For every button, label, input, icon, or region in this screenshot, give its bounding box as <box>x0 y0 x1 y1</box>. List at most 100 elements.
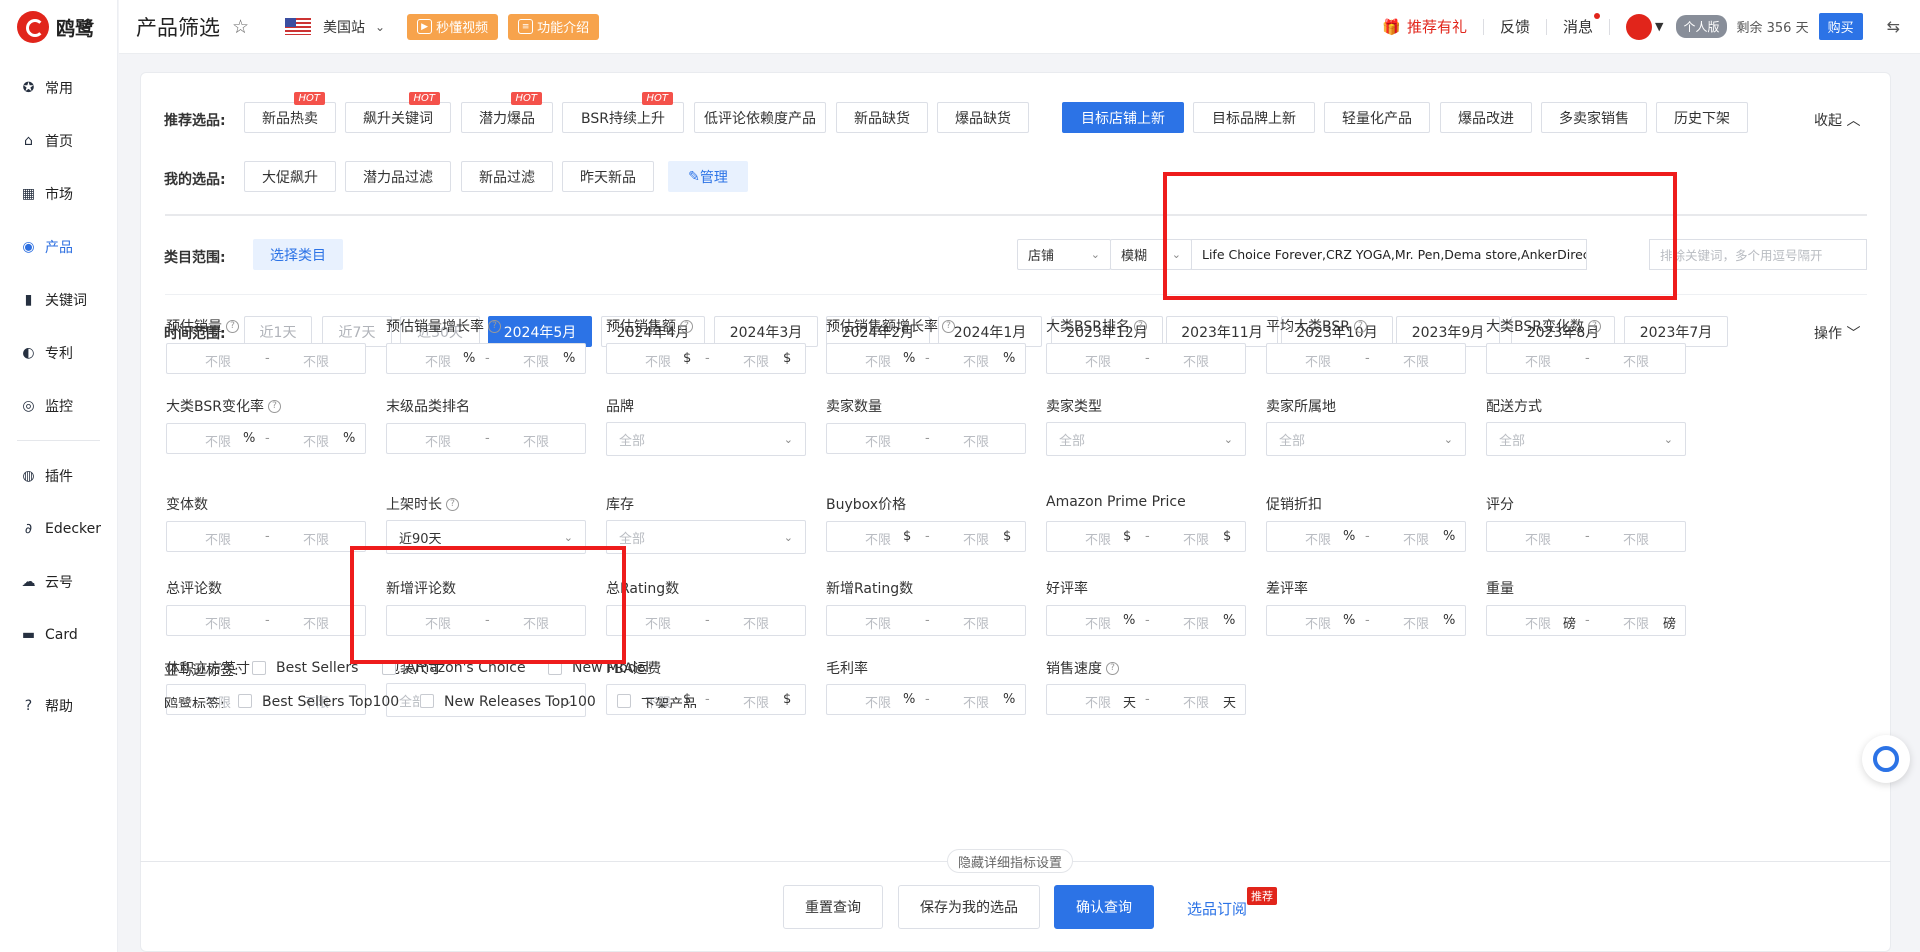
tag-history-removed[interactable]: 历史下架 <box>1656 102 1748 133</box>
tag-new-hot[interactable]: 新品热卖 HOT <box>244 92 336 133</box>
tag-bsr-rising[interactable]: BSR持续上升 HOT <box>562 92 684 133</box>
range-max-input[interactable]: 不限 <box>1183 692 1209 711</box>
range-min-input[interactable]: 不限 <box>645 351 671 370</box>
sidebar-item-plugin[interactable]: ◍ 插件 <box>0 449 117 502</box>
range-min-input[interactable]: 不限 <box>205 529 231 548</box>
range-max-input[interactable]: 不限 <box>963 351 989 370</box>
tag-multi-seller[interactable]: 多卖家销售 <box>1541 102 1647 133</box>
range-min-input[interactable]: 不限 <box>205 351 231 370</box>
range-min-input[interactable]: 不限 <box>205 431 231 450</box>
checkbox-bs-top100[interactable]: Best Sellers Top100 <box>238 694 399 708</box>
range-max-input[interactable]: 不限 <box>523 351 549 370</box>
tag-new-oos[interactable]: 新品缺货 <box>836 102 928 133</box>
favorite-star-icon[interactable]: ☆ <box>232 16 249 38</box>
avatar[interactable] <box>1626 13 1653 40</box>
range-max-input[interactable]: 不限 <box>963 529 989 548</box>
range-max-input[interactable]: 不限 <box>1403 529 1429 548</box>
range-input[interactable]: 不限 - 不限 $ $ <box>1046 521 1246 552</box>
my-tag-new-filter[interactable]: 新品过滤 <box>461 161 553 192</box>
checkbox-box[interactable] <box>238 694 252 708</box>
range-min-input[interactable]: 不限 <box>645 613 671 632</box>
help-question-icon[interactable]: ? <box>680 319 693 333</box>
sidebar-item-help[interactable]: ? 帮助 <box>0 679 117 732</box>
range-min-input[interactable]: 不限 <box>1085 351 1111 370</box>
range-min-input[interactable]: 不限 <box>1305 351 1331 370</box>
range-min-input[interactable]: 不限 <box>1085 692 1111 711</box>
sidebar-item-product[interactable]: ◉ 产品 <box>0 220 117 273</box>
range-input[interactable]: 不限 - 不限%% <box>386 343 586 374</box>
range-input[interactable]: 不限 - 不限%% <box>1266 521 1466 552</box>
dropdown-select[interactable]: 全部 ⌄ <box>1486 422 1686 456</box>
collapse-toggle[interactable]: 收起 ︿ <box>1814 110 1860 130</box>
range-input[interactable]: 不限 - 不限 <box>1266 343 1466 374</box>
sidebar-item-common[interactable]: ✪ 常用 <box>0 61 117 114</box>
range-input[interactable]: 不限 - 不限天天 <box>1046 684 1246 715</box>
help-question-icon[interactable]: ? <box>1587 319 1601 333</box>
checkbox-best-sellers[interactable]: Best Sellers <box>252 660 358 676</box>
sidebar-item-keyword[interactable]: ▮ 关键词 <box>0 273 117 326</box>
range-min-input[interactable]: 不限 <box>1085 613 1111 632</box>
help-question-icon[interactable]: ? <box>446 497 459 511</box>
range-input[interactable]: 不限 - 不限 <box>166 521 366 552</box>
range-min-input[interactable]: 不限 <box>1305 613 1331 632</box>
range-input[interactable]: 不限 - 不限%% <box>1266 605 1466 636</box>
help-question-icon[interactable]: ? <box>1353 319 1367 333</box>
my-tag-potential-filter[interactable]: 潜力品过滤 <box>345 161 451 192</box>
range-max-input[interactable]: 不限 <box>1403 613 1429 632</box>
exclude-keywords-input[interactable]: 排除关键词，多个用逗号隔开 <box>1649 239 1867 270</box>
range-max-input[interactable]: 不限 <box>1183 351 1209 370</box>
range-max-input[interactable]: 不限 <box>1623 529 1649 548</box>
my-tag-yesterday-new[interactable]: 昨天新品 <box>562 161 654 192</box>
range-input[interactable]: 不限 - 不限磅磅 <box>1486 605 1686 636</box>
range-input[interactable]: 不限 - 不限 <box>826 605 1026 636</box>
range-input[interactable]: 不限 - 不限 <box>1486 521 1686 552</box>
range-max-input[interactable]: 不限 <box>1403 351 1429 370</box>
range-min-input[interactable]: 不限 <box>205 613 231 632</box>
sidebar-item-patent[interactable]: ◐ 专利 <box>0 326 117 379</box>
range-max-input[interactable]: 不限 <box>1183 613 1209 632</box>
tag-low-review[interactable]: 低评论依赖度产品 <box>694 102 826 133</box>
range-min-input[interactable]: 不限 <box>865 431 891 450</box>
sidebar-item-home[interactable]: ⌂ 首页 <box>0 114 117 167</box>
save-picks-button[interactable]: 保存为我的选品 <box>898 885 1040 929</box>
store-field-select[interactable]: 店铺 ⌄ <box>1017 239 1111 270</box>
tag-potential[interactable]: 潜力爆品 HOT <box>461 92 553 133</box>
range-max-input[interactable]: 不限 <box>303 529 329 548</box>
range-input[interactable]: 不限 - 不限 <box>386 423 586 454</box>
referral-link[interactable]: 🎁 推荐有礼 <box>1382 16 1467 37</box>
range-max-input[interactable]: 不限 <box>963 613 989 632</box>
range-max-input[interactable]: 不限 <box>1183 529 1209 548</box>
switch-icon[interactable]: ⇆ <box>1887 17 1900 36</box>
range-min-input[interactable]: 不限 <box>1525 529 1551 548</box>
feedback-link[interactable]: 反馈 <box>1500 16 1530 37</box>
sidebar-item-cloud[interactable]: ☁ 云号 <box>0 555 117 608</box>
checkbox-box[interactable] <box>617 694 631 708</box>
range-input[interactable]: 不限 - 不限%% <box>166 423 366 454</box>
range-max-input[interactable]: 不限 <box>303 431 329 450</box>
range-input[interactable]: 不限 - 不限 <box>166 343 366 374</box>
range-min-input[interactable]: 不限 <box>865 613 891 632</box>
range-input[interactable]: 不限 - 不限%% <box>1046 605 1246 636</box>
range-input[interactable]: 不限 - 不限 $ $ <box>606 343 806 374</box>
hide-detail-toggle[interactable]: 隐藏详细指标设置 <box>947 849 1074 873</box>
tag-target-brand-new[interactable]: 目标品牌上新 <box>1193 102 1315 133</box>
caret-down-icon[interactable]: ▼ <box>1655 20 1663 33</box>
range-min-input[interactable]: 不限 <box>425 431 451 450</box>
operations-toggle[interactable]: 操作 ﹀ <box>1814 323 1860 343</box>
logo[interactable]: 鸥鹭 <box>0 0 117 54</box>
range-max-input[interactable]: 不限 <box>523 431 549 450</box>
buy-button[interactable]: 购买 <box>1818 13 1863 40</box>
site-selector[interactable]: 美国站 <box>323 17 365 37</box>
chevron-down-icon[interactable]: ⌄ <box>375 20 385 34</box>
tag-target-store-new[interactable]: 目标店铺上新 <box>1062 102 1184 133</box>
range-input[interactable]: 不限 - 不限 <box>166 605 366 636</box>
range-max-input[interactable]: 不限 <box>743 692 769 711</box>
range-min-input[interactable]: 不限 <box>425 351 451 370</box>
range-min-input[interactable]: 不限 <box>1085 529 1111 548</box>
sidebar-item-edecker[interactable]: ∂ Edecker <box>0 502 117 555</box>
range-max-input[interactable]: 不限 <box>303 613 329 632</box>
dropdown-select[interactable]: 全部 ⌄ <box>1046 422 1246 456</box>
dropdown-select[interactable]: 全部 ⌄ <box>606 520 806 554</box>
range-input[interactable]: 不限 - 不限%% <box>826 684 1026 715</box>
range-min-input[interactable]: 不限 <box>1305 529 1331 548</box>
